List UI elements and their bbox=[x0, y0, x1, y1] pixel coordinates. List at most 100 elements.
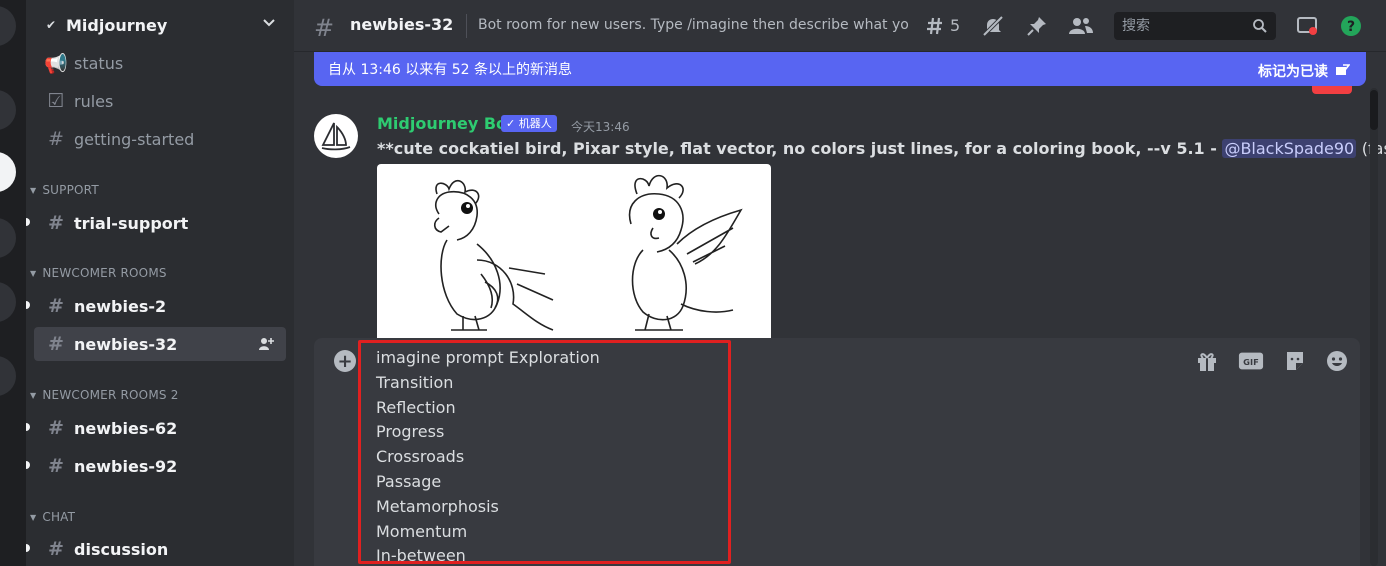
mark-as-read-button[interactable]: 标记为已读 bbox=[1258, 61, 1350, 81]
sidebar-item-discussion[interactable]: # discussion bbox=[26, 532, 286, 566]
gift-icon[interactable] bbox=[1194, 348, 1220, 374]
thread-hash-icon: # bbox=[314, 14, 335, 42]
emoji-icon[interactable] bbox=[1324, 348, 1350, 374]
sidebar-item-label: status bbox=[74, 53, 124, 73]
server-icon[interactable] bbox=[0, 282, 16, 322]
sidebar-item-newbies-32[interactable]: # newbies-32 bbox=[34, 327, 286, 361]
sidebar-item-trial-support[interactable]: # trial-support bbox=[26, 206, 286, 240]
discord-window: ✔ Midjourney 📢 status ☑ rules # getting-… bbox=[0, 0, 1386, 566]
member-list-icon[interactable] bbox=[1068, 13, 1094, 39]
inbox-icon[interactable] bbox=[1294, 13, 1320, 39]
unread-indicator bbox=[26, 461, 30, 469]
sidebar-item-rules[interactable]: ☑ rules bbox=[34, 84, 286, 118]
channel-header: # newbies-32 Bot room for new users. Typ… bbox=[294, 0, 1386, 52]
sidebar-item-label: getting-started bbox=[74, 129, 195, 149]
category-label: NEWCOMER ROOMS 2 bbox=[42, 388, 179, 402]
generated-image[interactable] bbox=[377, 164, 771, 338]
server-icon[interactable] bbox=[0, 356, 16, 396]
sidebar-item-newbies-92[interactable]: # newbies-92 bbox=[26, 449, 286, 483]
author-name[interactable]: Midjourney Bot bbox=[377, 114, 515, 133]
verified-check-icon: ✔ bbox=[46, 18, 57, 32]
scrollbar[interactable] bbox=[1370, 88, 1378, 566]
timestamp: 今天13:46 bbox=[571, 120, 630, 134]
input-line: Reflection bbox=[376, 397, 456, 417]
input-line: Progress bbox=[376, 422, 445, 442]
unread-indicator bbox=[26, 544, 30, 552]
mute-bell-icon[interactable] bbox=[980, 13, 1006, 39]
message-composer: + imagine prompt Exploration Transition … bbox=[314, 338, 1360, 566]
hash-icon: # bbox=[48, 128, 64, 150]
server-icon-midjourney[interactable] bbox=[0, 152, 16, 192]
unread-indicator bbox=[26, 218, 30, 226]
user-mention[interactable]: @BlackSpade90 bbox=[1222, 139, 1357, 158]
search-input[interactable]: 搜索 bbox=[1114, 12, 1276, 40]
sidebar-item-getting-started[interactable]: # getting-started bbox=[34, 122, 286, 156]
sidebar-item-label: newbies-32 bbox=[74, 334, 178, 354]
category-newcomer-rooms-2[interactable]: ▼ NEWCOMER ROOMS 2 bbox=[30, 386, 179, 404]
search-placeholder: 搜索 bbox=[1122, 18, 1150, 34]
chevron-down-icon: ▼ bbox=[30, 512, 37, 522]
category-label: SUPPORT bbox=[42, 183, 99, 197]
divider bbox=[466, 14, 467, 38]
sailboat-icon bbox=[321, 122, 351, 151]
chevron-down-icon: ▼ bbox=[30, 390, 37, 400]
input-line: Transition bbox=[376, 372, 454, 392]
server-icon[interactable] bbox=[0, 90, 16, 130]
mark-read-icon bbox=[1336, 64, 1350, 75]
help-icon[interactable]: ? bbox=[1338, 13, 1364, 39]
sidebar-item-label: newbies-62 bbox=[74, 418, 178, 438]
sidebar-item-status[interactable]: 📢 status bbox=[34, 46, 286, 80]
rules-check-icon: ☑ bbox=[47, 90, 65, 112]
sidebar-item-label: trial-support bbox=[74, 213, 189, 233]
sidebar-item-newbies-2[interactable]: # newbies-2 bbox=[26, 289, 286, 323]
threads-icon[interactable] bbox=[922, 13, 948, 39]
message-content: **cute cockatiel bird, Pixar style, flat… bbox=[377, 139, 1386, 158]
announcement-icon: 📢 bbox=[44, 52, 68, 75]
upload-plus-button[interactable]: + bbox=[334, 350, 356, 372]
category-label: NEWCOMER ROOMS bbox=[42, 266, 167, 280]
sidebar-item-label: newbies-2 bbox=[74, 296, 167, 316]
prompt-text: **cute cockatiel bird, Pixar style, flat… bbox=[377, 139, 1217, 158]
thread-hash-icon: # bbox=[48, 333, 64, 355]
channel-title: newbies-32 bbox=[350, 15, 454, 34]
server-icon[interactable] bbox=[0, 218, 16, 258]
invite-user-icon[interactable] bbox=[258, 336, 274, 352]
new-messages-text: 自从 13:46 以来有 52 条以上的新消息 bbox=[328, 62, 572, 78]
input-line: Metamorphosis bbox=[376, 496, 499, 516]
input-line: Momentum bbox=[376, 521, 468, 541]
category-newcomer-rooms[interactable]: ▼ NEWCOMER ROOMS bbox=[30, 264, 167, 282]
hash-icon: # bbox=[48, 538, 64, 560]
input-line: Passage bbox=[376, 471, 442, 491]
server-name: Midjourney bbox=[66, 15, 168, 35]
input-line: Crossroads bbox=[376, 447, 465, 467]
server-icon[interactable] bbox=[0, 6, 16, 46]
sticker-icon[interactable] bbox=[1282, 348, 1308, 374]
sidebar-item-label: rules bbox=[74, 91, 114, 111]
hash-icon: # bbox=[48, 212, 64, 234]
scrollbar-thumb[interactable] bbox=[1370, 90, 1378, 130]
thread-count: 5 bbox=[950, 16, 961, 35]
sidebar-item-label: discussion bbox=[74, 539, 169, 559]
gif-button[interactable]: GIF bbox=[1238, 348, 1264, 374]
input-line: imagine prompt Exploration bbox=[376, 348, 600, 367]
gif-label: GIF bbox=[1243, 357, 1259, 367]
message-input[interactable]: imagine prompt Exploration Transition Re… bbox=[376, 348, 600, 566]
search-icon bbox=[1253, 19, 1267, 33]
category-support[interactable]: ▼ SUPPORT bbox=[30, 181, 99, 199]
category-chat[interactable]: ▼ CHAT bbox=[30, 508, 75, 526]
thread-hash-icon: # bbox=[48, 295, 64, 317]
category-label: CHAT bbox=[42, 510, 76, 524]
avatar[interactable] bbox=[314, 114, 358, 158]
cockatiel-drawing bbox=[433, 174, 743, 331]
sidebar-item-newbies-62[interactable]: # newbies-62 bbox=[26, 411, 286, 445]
pin-icon[interactable] bbox=[1024, 13, 1050, 39]
channel-sidebar: ✔ Midjourney 📢 status ☑ rules # getting-… bbox=[26, 0, 294, 566]
new-messages-banner[interactable]: 自从 13:46 以来有 52 条以上的新消息 标记为已读 bbox=[314, 52, 1366, 86]
unread-indicator bbox=[26, 423, 30, 431]
chevron-down-icon bbox=[263, 19, 275, 27]
new-tag bbox=[1312, 86, 1352, 94]
chevron-down-icon: ▼ bbox=[30, 268, 37, 278]
channel-topic[interactable]: Bot room for new users. Type /imagine th… bbox=[478, 17, 908, 33]
server-header[interactable]: ✔ Midjourney bbox=[26, 0, 294, 50]
chevron-down-icon: ▼ bbox=[30, 185, 37, 195]
